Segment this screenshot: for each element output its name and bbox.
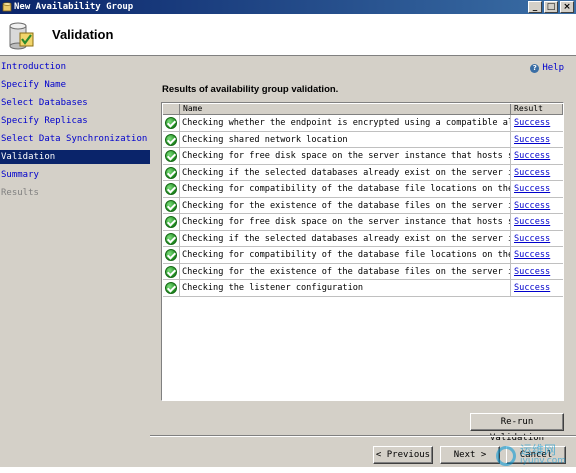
success-check-icon [165,216,177,228]
success-check-icon [165,232,177,245]
row-result-link[interactable]: Success [511,148,563,164]
status-cell [163,131,180,148]
help-link[interactable]: ? Help [530,63,564,73]
status-cell [163,148,180,164]
sidebar-item-summary[interactable]: Summary [0,168,150,182]
sidebar-item-introduction[interactable]: Introduction [0,60,150,74]
database-check-icon [9,22,34,50]
table-row[interactable]: Checking if the selected databases alrea… [163,164,563,181]
column-header-name[interactable]: Name [180,104,511,115]
wizard-steps-sidebar: Introduction Specify Name Select Databas… [0,57,150,467]
row-result-link[interactable]: Success [511,198,563,214]
table-row[interactable]: Checking for compatibility of the databa… [163,181,563,198]
sidebar-item-specify-name[interactable]: Specify Name [0,78,150,92]
status-cell [163,115,180,131]
row-name: Checking the listener configuration [180,280,511,296]
column-header-result[interactable]: Result [511,104,563,115]
sidebar-item-results: Results [1,188,39,198]
table-row[interactable]: Checking for free disk space on the serv… [163,214,563,231]
success-check-icon [165,282,177,294]
row-name: Checking if the selected databases alrea… [180,230,511,247]
table-row[interactable]: Checking for the existence of the databa… [163,197,563,214]
status-cell [163,181,180,197]
grid-header: Name Result [163,104,563,115]
row-result-link[interactable]: Success [511,181,563,197]
window-title-bar[interactable]: New Availability Group _ □ × [0,0,576,14]
success-check-icon [165,150,177,162]
table-row[interactable]: Checking if the selected databases alrea… [163,230,563,247]
main-panel: ? Help Results of availability group val… [150,57,576,467]
sidebar-item-select-data-synchronization[interactable]: Select Data Synchronization [0,132,150,146]
table-row[interactable]: Checking whether the endpoint is encrypt… [163,115,563,132]
status-cell [163,280,180,296]
close-button[interactable]: × [560,1,574,13]
footer-divider [150,435,576,437]
results-heading: Results of availability group validation… [162,84,339,95]
row-name: Checking for free disk space on the serv… [180,214,511,230]
window-title: New Availability Group [14,2,134,12]
success-check-icon [165,183,177,195]
success-check-icon [165,117,177,129]
success-check-icon [165,166,177,179]
success-check-icon [165,249,177,261]
row-result-link[interactable]: Success [511,165,563,181]
row-name: Checking whether the endpoint is encrypt… [180,115,511,131]
next-button[interactable]: Next > [440,446,500,464]
table-row[interactable]: Checking for the existence of the databa… [163,263,563,280]
help-label: Help [542,63,564,73]
window-bottom-edge [0,467,576,473]
row-result-link[interactable]: Success [511,231,563,247]
watermark-text: 运维网 [520,443,557,457]
status-cell [163,164,180,181]
row-result-link[interactable]: Success [511,214,563,230]
sidebar-item-specify-replicas[interactable]: Specify Replicas [0,114,150,128]
column-header-status [163,104,180,115]
row-name: Checking for the existence of the databa… [180,197,511,214]
row-name: Checking if the selected databases alrea… [180,164,511,181]
status-cell [163,263,180,280]
row-name: Checking shared network location [180,131,511,148]
help-icon: ? [530,63,540,73]
watermark-logo-icon [496,446,517,466]
sidebar-item-select-databases[interactable]: Select Databases [0,96,150,110]
status-cell [163,197,180,214]
table-row[interactable]: Checking the listener configuration Succe… [163,280,563,297]
validation-results-grid[interactable]: Name Result Checking whether the endpoin… [161,102,564,401]
success-check-icon [165,199,177,212]
table-row[interactable]: Checking for free disk space on the serv… [163,148,563,165]
row-result-link[interactable]: Success [511,280,563,296]
page-title: Validation [52,27,114,42]
site-watermark: 运维网 iyunv.com [496,443,566,467]
row-result-link[interactable]: Success [511,132,563,148]
success-check-icon [165,265,177,278]
status-cell [163,247,180,263]
row-result-link[interactable]: Success [511,264,563,280]
table-row[interactable]: Checking shared network location Success [163,131,563,148]
row-name: Checking for compatibility of the databa… [180,247,511,263]
row-result-link[interactable]: Success [511,247,563,263]
status-cell [163,230,180,247]
rerun-validation-button[interactable]: Re-run Validation [470,413,564,443]
row-name: Checking for free disk space on the serv… [180,148,511,164]
page-header: Validation [0,14,576,56]
minimize-button[interactable]: _ [528,1,542,13]
row-name: Checking for the existence of the databa… [180,263,511,280]
row-result-link[interactable]: Success [511,115,563,131]
sidebar-item-validation[interactable]: Validation [0,150,150,164]
row-name: Checking for compatibility of the databa… [180,181,511,197]
table-row[interactable]: Checking for compatibility of the databa… [163,247,563,264]
app-icon [2,2,12,12]
watermark-url: iyunv.com [520,456,566,466]
success-check-icon [165,133,177,146]
status-cell [163,214,180,230]
previous-button[interactable]: < Previous [373,446,433,464]
maximize-button[interactable]: □ [544,1,558,13]
